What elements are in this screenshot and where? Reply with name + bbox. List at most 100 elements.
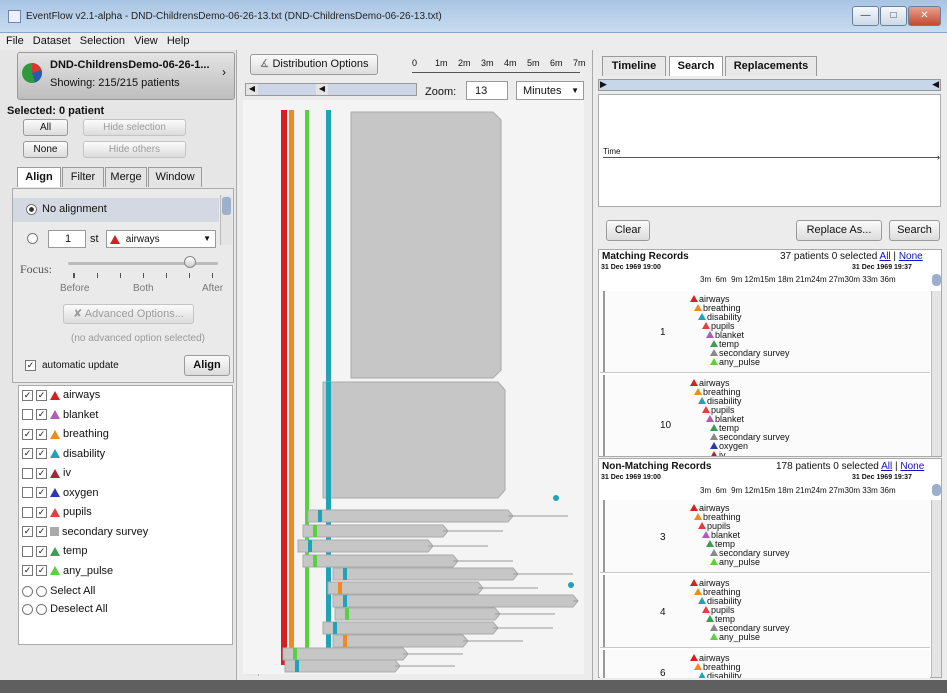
legend-item-any_pulse[interactable]: ✓ ✓ any_pulse xyxy=(22,565,227,585)
matching-vscroll[interactable] xyxy=(931,291,941,456)
legend-visible-checkbox[interactable]: ✓ xyxy=(22,448,33,460)
no-alignment-row[interactable]: No alignment xyxy=(13,198,219,222)
time-unit-select[interactable]: Minutes ▼ xyxy=(516,81,584,100)
horizontal-scrollbar[interactable]: ◀ ◀ xyxy=(245,83,417,96)
scroll-end-icon[interactable]: ◀ xyxy=(932,79,939,90)
tab-window[interactable]: Window xyxy=(148,167,202,187)
align-event-select[interactable]: airways ▼ xyxy=(106,230,216,248)
search-scrollbar[interactable]: ▶ ◀ xyxy=(598,79,941,91)
nonmatching-scroll-thumb[interactable] xyxy=(932,484,941,496)
scroll-left-icon[interactable]: ◀ xyxy=(246,84,258,95)
legend-visible-checkbox[interactable]: ✓ xyxy=(22,389,33,401)
menu-dataset[interactable]: Dataset xyxy=(33,35,71,47)
legend-visible-checkbox[interactable] xyxy=(22,545,33,557)
legend-label: oxygen xyxy=(63,486,99,499)
tab-merge[interactable]: Merge xyxy=(105,167,147,187)
align-button[interactable]: Align xyxy=(184,355,230,376)
legend-item-airways[interactable]: ✓ ✓ airways xyxy=(22,389,227,409)
menu-selection[interactable]: Selection xyxy=(80,35,125,47)
select-all-button[interactable]: All xyxy=(23,119,68,136)
nth-alignment-radio[interactable] xyxy=(27,233,38,244)
legend-visible-checkbox[interactable]: ✓ xyxy=(22,565,33,577)
record-row[interactable]: 4 airways breathing disability pupils temp sec… xyxy=(600,575,930,648)
hide-others-button[interactable]: Hide others xyxy=(83,141,186,158)
legend-include-checkbox[interactable]: ✓ xyxy=(36,506,47,518)
scroll-right-icon[interactable]: ▶ xyxy=(600,79,607,90)
triangle-icon xyxy=(702,531,710,538)
nonmatching-vscroll[interactable] xyxy=(931,500,941,677)
legend-item-pupils[interactable]: ✓ pupils xyxy=(22,506,227,526)
time-tick-label: 1m xyxy=(435,58,448,68)
zoom-spinner[interactable]: 13 xyxy=(466,81,508,100)
record-row[interactable]: 10 airways breathing disability pupils blanke… xyxy=(600,375,930,456)
tab-align[interactable]: Align xyxy=(17,167,61,187)
matching-all-link[interactable]: All xyxy=(880,251,891,262)
legend-item-blanket[interactable]: ✓ blanket xyxy=(22,409,227,429)
legend-include-checkbox[interactable]: ✓ xyxy=(36,428,47,440)
nonmatching-all-link[interactable]: All xyxy=(881,461,892,472)
tab-filter[interactable]: Filter xyxy=(62,167,104,187)
legend-include-checkbox[interactable]: ✓ xyxy=(36,487,47,499)
select-all-radio-2[interactable] xyxy=(36,585,48,597)
legend-include-checkbox[interactable]: ✓ xyxy=(36,448,47,460)
dataset-card[interactable]: DND-ChildrensDemo-06-26-1... Showing: 21… xyxy=(17,52,235,100)
record-row[interactable]: 1 airways breathing disability pupils blanket… xyxy=(600,291,930,373)
triangle-icon xyxy=(694,388,702,395)
auto-update-label: automatic update xyxy=(42,360,119,371)
tab-timeline[interactable]: Timeline xyxy=(602,56,666,76)
legend-visible-checkbox[interactable] xyxy=(22,506,33,518)
legend-visible-checkbox[interactable]: ✓ xyxy=(22,526,33,538)
deselect-all-radio-2[interactable] xyxy=(36,603,48,615)
legend-item-temp[interactable]: ✓ temp xyxy=(22,545,227,565)
focus-slider-thumb[interactable] xyxy=(184,256,196,268)
legend-visible-checkbox[interactable] xyxy=(22,409,33,421)
legend-item-disability[interactable]: ✓ ✓ disability xyxy=(22,448,227,468)
auto-update-checkbox[interactable]: ✓ xyxy=(25,360,36,371)
search-canvas[interactable]: Time › xyxy=(598,94,941,207)
event-flow-visualization[interactable] xyxy=(243,100,584,674)
legend-include-checkbox[interactable]: ✓ xyxy=(36,526,47,538)
deselect-all-radio[interactable] xyxy=(22,603,33,615)
tab-replacements[interactable]: Replacements xyxy=(725,56,817,76)
close-button[interactable]: ✕ xyxy=(908,6,941,26)
record-row[interactable]: 6airwaysbreathingdisabilitypupils xyxy=(600,650,930,678)
legend-visible-checkbox[interactable] xyxy=(22,467,33,479)
matching-scroll-thumb[interactable] xyxy=(932,274,941,286)
record-row[interactable]: 3 airways breathing pupils blanket temp second… xyxy=(600,500,930,573)
clear-button[interactable]: Clear xyxy=(606,220,650,241)
legend-include-checkbox[interactable]: ✓ xyxy=(36,467,47,479)
nth-spinner[interactable]: 1 xyxy=(48,230,86,248)
menu-view[interactable]: View xyxy=(134,35,158,47)
legend-item-oxygen[interactable]: ✓ oxygen xyxy=(22,487,227,507)
matching-none-link[interactable]: None xyxy=(899,251,923,262)
replace-as-button[interactable]: Replace As... xyxy=(796,220,882,241)
nonmatching-none-link[interactable]: None xyxy=(900,461,924,472)
hide-selection-button[interactable]: Hide selection xyxy=(83,119,186,136)
tab-search[interactable]: Search xyxy=(669,56,723,76)
scroll-right-icon[interactable]: ◀ xyxy=(316,84,328,95)
legend-include-checkbox[interactable]: ✓ xyxy=(36,389,47,401)
advanced-options-button[interactable]: ✘ Advanced Options... xyxy=(63,304,194,324)
menu-file[interactable]: File xyxy=(6,35,24,47)
select-none-button[interactable]: None xyxy=(23,141,68,158)
no-alignment-radio[interactable] xyxy=(26,204,37,215)
legend-include-checkbox[interactable]: ✓ xyxy=(36,565,47,577)
deselect-all-row[interactable]: Deselect All xyxy=(22,603,108,615)
select-all-row[interactable]: Select All xyxy=(22,585,95,597)
scroll-thumb[interactable] xyxy=(222,197,231,215)
legend-visible-checkbox[interactable] xyxy=(22,487,33,499)
menu-help[interactable]: Help xyxy=(167,35,190,47)
maximize-button[interactable]: □ xyxy=(880,6,907,26)
legend-item-secondary-survey[interactable]: ✓ ✓ secondary survey xyxy=(22,526,227,546)
legend-item-iv[interactable]: ✓ iv xyxy=(22,467,227,487)
align-scrollbar[interactable] xyxy=(220,195,232,245)
dataset-name: DND-ChildrensDemo-06-26-1... xyxy=(50,59,210,71)
legend-include-checkbox[interactable]: ✓ xyxy=(36,545,47,557)
legend-item-breathing[interactable]: ✓ ✓ breathing xyxy=(22,428,227,448)
select-all-radio[interactable] xyxy=(22,585,33,597)
minimize-button[interactable]: — xyxy=(852,6,879,26)
legend-visible-checkbox[interactable]: ✓ xyxy=(22,428,33,440)
legend-include-checkbox[interactable]: ✓ xyxy=(36,409,47,421)
search-button[interactable]: Search xyxy=(889,220,940,241)
distribution-options-button[interactable]: ∡ Distribution Options xyxy=(250,54,378,75)
